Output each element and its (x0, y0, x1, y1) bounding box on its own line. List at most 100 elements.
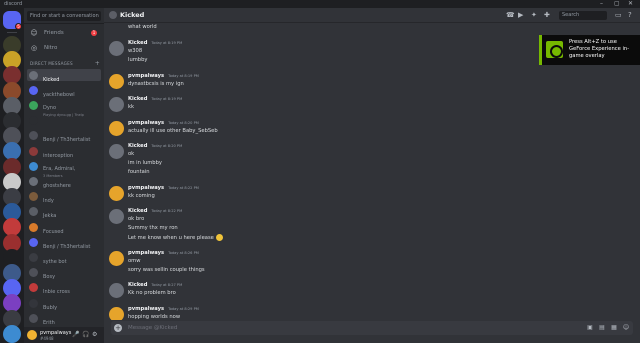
sidebar-item-friends[interactable]: ☺ Friends 1 (27, 27, 101, 39)
message-avatar[interactable] (109, 283, 124, 298)
server-icon[interactable] (3, 324, 21, 343)
message-author[interactable]: Kicked Today at 8:22 PM (128, 208, 182, 214)
pin-icon[interactable]: ✦ (531, 11, 537, 19)
add-friend-icon[interactable]: ✚ (544, 11, 550, 19)
message-list: what world Kicked Today at 8:19 PM w308 lumb… (104, 24, 640, 320)
message-author[interactable]: Kicked Today at 8:19 PM (128, 96, 182, 102)
message-avatar[interactable] (109, 41, 124, 56)
message-author[interactable]: Kicked Today at 8:20 PM (128, 143, 182, 149)
dm-item[interactable]: Erith (27, 312, 101, 326)
message-avatar[interactable] (109, 250, 124, 266)
gift-icon[interactable]: ▣ (586, 324, 594, 332)
attach-icon[interactable]: + (114, 324, 122, 332)
message-avatar[interactable] (109, 97, 124, 112)
message-content: omw (128, 257, 141, 264)
message-avatar[interactable] (109, 120, 124, 136)
help-icon[interactable]: ? (628, 11, 632, 19)
message-text: dynastbcsis is my ign (128, 81, 184, 87)
message-timestamp: Today at 8:29 PM (168, 306, 199, 311)
dm-item[interactable]: Jekka (27, 206, 101, 219)
friends-icon: ☺ (30, 29, 38, 37)
message-author[interactable]: pvmpalways Today at 8:26 PM (128, 250, 199, 256)
dm-item[interactable]: Benji / Th3hertalist (27, 236, 101, 250)
message-content: sorry was sellin couple things (128, 266, 205, 273)
maximize-button[interactable]: ▢ (614, 0, 620, 8)
author-name: Kicked (128, 40, 148, 46)
message-avatar[interactable] (109, 185, 124, 201)
author-name: Kicked (128, 282, 148, 288)
message-author[interactable]: Kicked Today at 8:27 PM (128, 282, 182, 288)
message-timestamp: Today at 8:27 PM (151, 283, 183, 287)
message-text: sorry was sellin couple things (128, 267, 205, 273)
dm-item[interactable]: Inbie cross (27, 282, 101, 295)
message-avatar[interactable] (109, 209, 124, 224)
message-timestamp: Today at 8:26 PM (168, 250, 199, 255)
message-author[interactable]: pvmpalways Today at 8:20 PM (128, 120, 199, 126)
message-content: ok bro (128, 216, 145, 222)
message-author[interactable]: pvmpalways Today at 8:29 PM (128, 306, 199, 312)
message-content: Kk no problem bro (128, 290, 176, 296)
author-name: pvmpalways (128, 72, 165, 79)
message-timestamp: Today at 8:20 PM (151, 144, 183, 148)
message-content: hopping worlds now (128, 313, 181, 320)
nvidia-logo-icon (546, 41, 563, 58)
message-content: what world (128, 24, 157, 30)
inbox-icon[interactable]: ▭ (615, 11, 622, 19)
dm-item[interactable]: sythe bot (27, 251, 101, 265)
message-content: kk coming (128, 192, 155, 199)
emoji-icon[interactable]: ☺ (622, 324, 630, 332)
minimize-button[interactable]: – (600, 0, 603, 8)
message-input[interactable]: Message @Kicked (128, 321, 177, 335)
message-author[interactable]: pvmpalways Today at 8:22 PM (128, 185, 199, 191)
message-author[interactable]: Kicked Today at 8:19 PM (128, 40, 182, 46)
user-panel: pvmpalways #4948 🎤 🎧 ⚙ (24, 327, 104, 343)
dm-avatar (29, 192, 38, 202)
dm-item[interactable]: Benji / Th3hertalist (27, 130, 101, 143)
close-button[interactable]: ✕ (628, 0, 633, 8)
settings-icon[interactable]: ⚙ (92, 331, 97, 338)
dm-item[interactable]: Bosy (27, 267, 101, 280)
message-avatar[interactable] (109, 73, 124, 89)
dm-item[interactable]: Dyno Playing dyno.gg | ?help (27, 99, 101, 117)
dm-item[interactable]: Kicked (27, 69, 101, 83)
user-avatar[interactable] (27, 330, 37, 340)
author-name: Kicked (128, 143, 148, 149)
video-icon[interactable]: ▶ (518, 11, 523, 19)
dm-item[interactable]: Indy (27, 191, 101, 204)
title-bar: discord – ▢ ✕ (0, 0, 640, 8)
dm-avatar (29, 237, 38, 247)
message-timestamp: Today at 8:19 PM (151, 41, 183, 45)
dm-item[interactable]: Era, Admiral, 3 Members (27, 160, 101, 178)
message-text: kk coming (128, 193, 155, 199)
dm-item[interactable] (27, 115, 101, 127)
sticker-icon[interactable]: ▦ (610, 324, 618, 332)
message-author[interactable]: pvmpalways Today at 8:19 PM (128, 73, 199, 79)
microphone-icon[interactable]: 🎤 (72, 331, 79, 338)
geforce-overlay-toast[interactable]: Press Alt+Z to use GeForce Experience in… (539, 35, 640, 65)
create-dm-icon[interactable]: + (95, 60, 100, 67)
phone-icon[interactable]: ☎ (506, 11, 515, 19)
gif-icon[interactable]: ▤ (598, 324, 606, 332)
channel-sidebar: Find or start a conversation ☺ Friends 1… (24, 8, 104, 343)
dm-item[interactable]: Focused (27, 221, 101, 235)
message-timestamp: Today at 8:22 PM (151, 209, 183, 213)
home-button[interactable]: 5 (3, 11, 22, 30)
message-avatar[interactable] (109, 306, 124, 320)
dm-avatar (29, 176, 38, 186)
message-composer[interactable]: + Message @Kicked ▣ ▤ ▦ ☺ (111, 321, 633, 335)
dm-avatar (29, 207, 38, 217)
friends-badge: 1 (91, 30, 97, 36)
sidebar-item-nitro[interactable]: ◎ Nitro (27, 42, 101, 54)
dm-avatar (29, 313, 38, 323)
dm-name: Era, Admiral, (43, 165, 76, 172)
dm-item[interactable]: ghostshere (27, 175, 101, 189)
message-avatar[interactable] (109, 144, 124, 159)
chat-search-input[interactable]: Search (559, 11, 607, 20)
headphones-icon[interactable]: 🎧 (82, 331, 89, 338)
nitro-icon: ◎ (30, 44, 38, 52)
find-conversation-input[interactable]: Find or start a conversation (27, 11, 101, 21)
dm-item[interactable]: Bubly (27, 297, 101, 311)
message-content: dynastbcsis is my ign (128, 80, 184, 87)
dm-avatar (29, 70, 38, 80)
dm-name: Dyno (43, 104, 57, 111)
